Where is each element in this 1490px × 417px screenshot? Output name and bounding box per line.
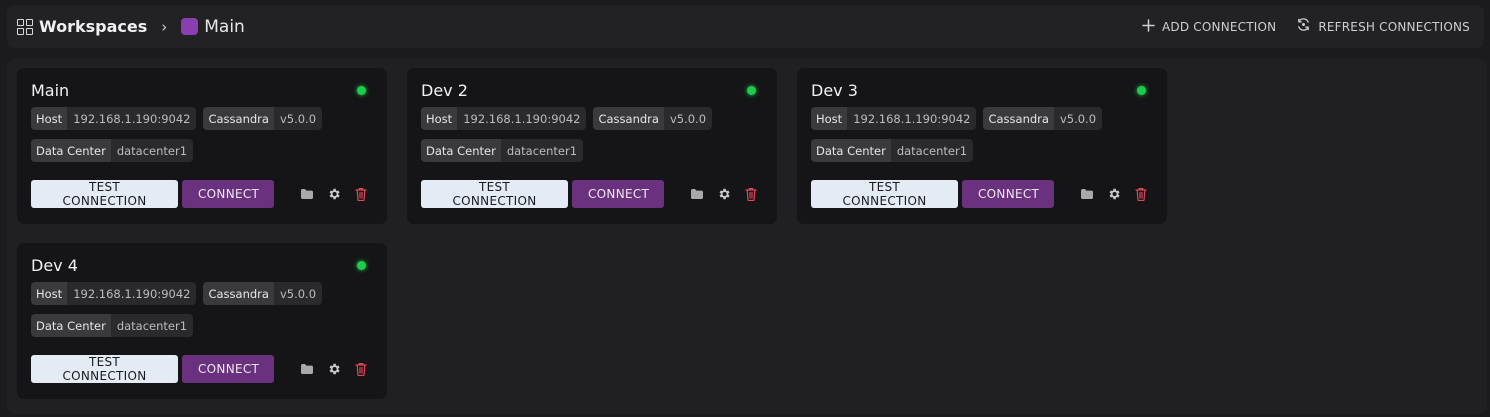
datacenter-key: Data Center (31, 314, 111, 337)
db-name: Cassandra (203, 282, 274, 305)
host-tag: Host 192.168.1.190:9042 (811, 107, 977, 130)
db-name: Cassandra (593, 107, 664, 130)
datacenter-value: datacenter1 (110, 139, 194, 162)
add-connection-button[interactable]: ADD CONNECTION (1142, 18, 1276, 36)
db-tag: Cassandra v5.0.0 (983, 107, 1103, 130)
refresh-icon (1296, 17, 1311, 36)
host-key: Host (31, 107, 68, 130)
add-connection-label: ADD CONNECTION (1162, 19, 1277, 34)
connections-panel: Main Host 192.168.1.190:9042 Cassandra v5.… (7, 59, 1487, 414)
host-tag: Host 192.168.1.190:9042 (31, 282, 197, 305)
connect-button[interactable]: CONNECT (962, 180, 1054, 208)
db-tag: Cassandra v5.0.0 (203, 107, 323, 130)
datacenter-value: datacenter1 (500, 139, 584, 162)
connection-card: Dev 3 Host 192.168.1.190:9042 Cassandra v5… (797, 68, 1167, 224)
datacenter-tag: Data Center datacenter1 (31, 139, 194, 162)
folder-icon[interactable] (689, 187, 704, 202)
trash-icon[interactable] (353, 362, 368, 377)
test-connection-button[interactable]: TEST CONNECTION (31, 355, 178, 383)
connection-name: Dev 3 (811, 81, 858, 100)
gear-icon[interactable] (326, 362, 341, 377)
connection-name: Dev 4 (31, 256, 78, 275)
host-tag: Host 192.168.1.190:9042 (421, 107, 587, 130)
breadcrumb: Workspaces › Main (17, 17, 245, 37)
datacenter-tag: Data Center datacenter1 (421, 139, 584, 162)
test-connection-button[interactable]: TEST CONNECTION (811, 180, 958, 208)
folder-icon[interactable] (299, 362, 314, 377)
chevron-right-icon: › (161, 17, 168, 36)
trash-icon[interactable] (743, 187, 758, 202)
host-tag: Host 192.168.1.190:9042 (31, 107, 197, 130)
connection-name: Dev 2 (421, 81, 468, 100)
status-indicator (747, 86, 756, 95)
plus-icon (1142, 18, 1155, 36)
datacenter-value: datacenter1 (110, 314, 194, 337)
status-indicator (357, 86, 366, 95)
host-key: Host (421, 107, 458, 130)
host-value: 192.168.1.190:9042 (67, 282, 197, 305)
connect-button[interactable]: CONNECT (182, 355, 274, 383)
folder-icon[interactable] (1079, 187, 1094, 202)
datacenter-tag: Data Center datacenter1 (811, 139, 974, 162)
db-tag: Cassandra v5.0.0 (203, 282, 323, 305)
gear-icon[interactable] (716, 187, 731, 202)
datacenter-key: Data Center (421, 139, 501, 162)
test-connection-button[interactable]: TEST CONNECTION (31, 180, 178, 208)
host-value: 192.168.1.190:9042 (67, 107, 197, 130)
connect-button[interactable]: CONNECT (182, 180, 274, 208)
breadcrumb-workspaces[interactable]: Workspaces (39, 17, 147, 36)
folder-icon[interactable] (299, 187, 314, 202)
breadcrumb-current-workspace[interactable]: Main (204, 17, 245, 37)
db-version: v5.0.0 (1053, 107, 1103, 130)
gear-icon[interactable] (326, 187, 341, 202)
connection-card: Main Host 192.168.1.190:9042 Cassandra v5.… (17, 68, 387, 224)
db-version: v5.0.0 (663, 107, 713, 130)
connect-button[interactable]: CONNECT (572, 180, 664, 208)
db-name: Cassandra (983, 107, 1054, 130)
gear-icon[interactable] (1106, 187, 1121, 202)
trash-icon[interactable] (1133, 187, 1148, 202)
connection-card: Dev 4 Host 192.168.1.190:9042 Cassandra v5… (17, 243, 387, 399)
host-value: 192.168.1.190:9042 (847, 107, 977, 130)
connection-card: Dev 2 Host 192.168.1.190:9042 Cassandra v5… (407, 68, 777, 224)
refresh-connections-label: REFRESH CONNECTIONS (1318, 19, 1470, 34)
host-key: Host (811, 107, 848, 130)
db-tag: Cassandra v5.0.0 (593, 107, 713, 130)
trash-icon[interactable] (353, 187, 368, 202)
db-version: v5.0.0 (273, 107, 323, 130)
db-version: v5.0.0 (273, 282, 323, 305)
datacenter-tag: Data Center datacenter1 (31, 314, 194, 337)
host-value: 192.168.1.190:9042 (457, 107, 587, 130)
connection-cards: Main Host 192.168.1.190:9042 Cassandra v5.… (17, 68, 1167, 399)
test-connection-button[interactable]: TEST CONNECTION (421, 180, 568, 208)
top-bar: Workspaces › Main ADD CONNECTION REFRESH… (7, 5, 1484, 48)
datacenter-value: datacenter1 (890, 139, 974, 162)
workspace-color-swatch (181, 18, 199, 35)
db-name: Cassandra (203, 107, 274, 130)
host-key: Host (31, 282, 68, 305)
connection-name: Main (31, 81, 70, 100)
status-indicator (357, 261, 366, 270)
datacenter-key: Data Center (811, 139, 891, 162)
grid-icon[interactable] (17, 18, 33, 35)
datacenter-key: Data Center (31, 139, 111, 162)
status-indicator (1137, 86, 1146, 95)
refresh-connections-button[interactable]: REFRESH CONNECTIONS (1296, 17, 1470, 36)
